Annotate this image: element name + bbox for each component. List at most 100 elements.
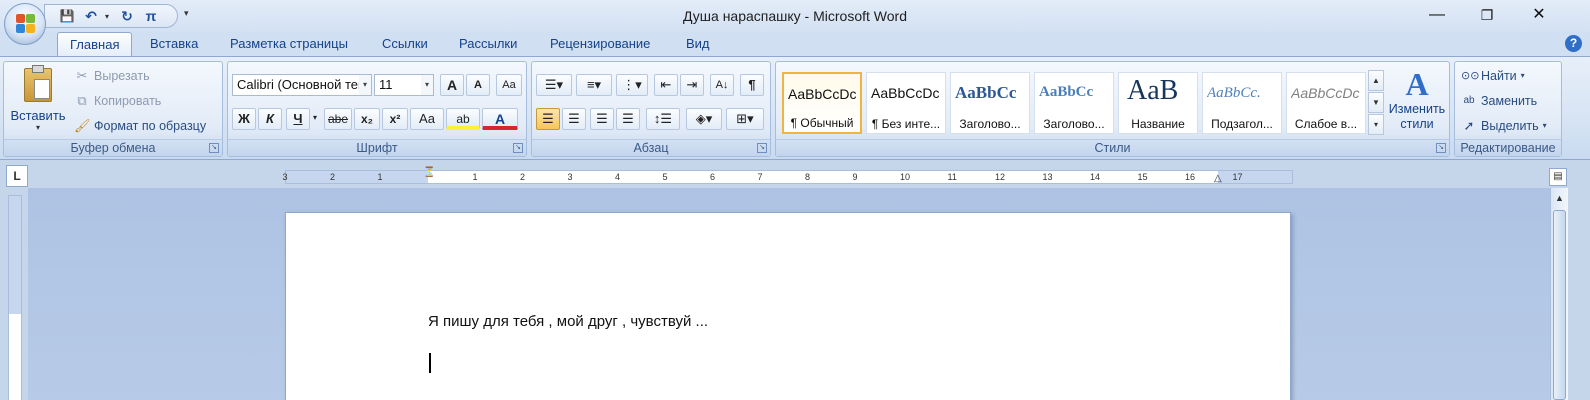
tab-mailings[interactable]: Рассылки: [459, 32, 517, 56]
shading-button[interactable]: ◈▾: [686, 108, 722, 130]
right-indent-marker-icon[interactable]: △: [1214, 173, 1222, 184]
paste-button[interactable]: Вставить ▾: [8, 65, 68, 138]
scrollbar-thumb[interactable]: [1553, 210, 1566, 400]
font-size-dropdown-icon[interactable]: ▾: [421, 75, 433, 95]
styles-launcher-icon[interactable]: ↘: [1436, 143, 1446, 153]
ruler-tick-label: 1: [377, 172, 383, 182]
gallery-up-icon[interactable]: ▲: [1368, 70, 1384, 91]
change-styles-button[interactable]: A Изменить стили: [1386, 66, 1448, 138]
ruler-tick-label: 5: [662, 172, 668, 182]
style-name: Заголово...: [1043, 117, 1105, 131]
style-sample: AaBbCcDc: [871, 85, 940, 101]
vertical-scrollbar[interactable]: ▲: [1550, 188, 1568, 400]
tab-review[interactable]: Рецензирование: [550, 32, 650, 56]
change-case-button[interactable]: Aa: [410, 108, 444, 130]
tab-insert[interactable]: Вставка: [150, 32, 198, 56]
tab-view[interactable]: Вид: [686, 32, 710, 56]
decrease-indent-button[interactable]: ⇤: [654, 74, 678, 96]
bullets-icon: ☰▾: [544, 77, 564, 92]
align-right-button[interactable]: ☰: [590, 108, 614, 130]
line-spacing-button[interactable]: ↕☰: [646, 108, 680, 130]
tab-home[interactable]: Главная: [57, 32, 133, 56]
find-label: Найти: [1481, 69, 1517, 83]
clear-formatting-button[interactable]: Aa: [496, 74, 522, 96]
font-color-button[interactable]: A: [482, 108, 518, 130]
view-ruler-toggle-icon[interactable]: ▤: [1549, 168, 1567, 186]
style-no-spacing[interactable]: AaBbCcDc ¶ Без инте...: [866, 72, 946, 134]
format-painter-button[interactable]: 🖌 Формат по образцу: [74, 116, 206, 136]
horizontal-ruler[interactable]: ⏳ △ 3 2 1 1 2 3 4 5 6 7 8 9 10 11 12 13 14 15 16 17: [283, 167, 1293, 184]
strikethrough-button[interactable]: abe: [324, 108, 352, 130]
close-button[interactable]: ✕: [1516, 4, 1562, 26]
tab-selector-button[interactable]: L: [6, 165, 28, 187]
borders-button[interactable]: ⊞▾: [726, 108, 764, 130]
gallery-more-icon[interactable]: ▾: [1368, 114, 1384, 135]
scroll-up-icon[interactable]: ▲: [1552, 190, 1567, 206]
select-dropdown-icon[interactable]: ▾: [1543, 116, 1547, 136]
bold-button[interactable]: Ж: [232, 108, 256, 130]
font-launcher-icon[interactable]: ↘: [513, 143, 523, 153]
style-title[interactable]: AaB Название: [1118, 72, 1198, 134]
font-size-combo[interactable]: 11 ▾: [374, 74, 434, 96]
align-center-button[interactable]: ☰: [562, 108, 586, 130]
clipboard-group-label: Буфер обмена: [4, 139, 222, 156]
numbering-button[interactable]: ≡▾: [576, 74, 612, 96]
tab-references[interactable]: Ссылки: [382, 32, 428, 56]
style-sample: AaBbCcDc: [788, 86, 857, 102]
window-title: Душа нараспашку - Microsoft Word: [683, 8, 907, 24]
font-name-combo[interactable]: Calibri (Основной текст) ▾: [232, 74, 372, 96]
style-heading-2[interactable]: AaBbCc Заголово...: [1034, 72, 1114, 134]
gallery-down-icon[interactable]: ▼: [1368, 92, 1384, 113]
paintbrush-icon: 🖌: [74, 118, 91, 133]
office-button[interactable]: [4, 3, 46, 45]
bullets-button[interactable]: ☰▾: [536, 74, 572, 96]
copy-label: Копировать: [94, 94, 162, 108]
paragraph-launcher-icon[interactable]: ↘: [757, 143, 767, 153]
font-name-dropdown-icon[interactable]: ▾: [359, 75, 371, 95]
find-dropdown-icon[interactable]: ▾: [1521, 66, 1525, 86]
ruler-tick-label: 17: [1232, 172, 1243, 182]
underline-dropdown-icon[interactable]: ▾: [310, 108, 320, 130]
cut-button[interactable]: ✂ Вырезать: [74, 66, 150, 86]
shrink-font-button[interactable]: A: [466, 74, 490, 96]
subscript-button[interactable]: x₂: [354, 108, 380, 130]
highlight-button[interactable]: ab: [446, 108, 480, 130]
vertical-ruler[interactable]: [8, 195, 22, 400]
underline-button[interactable]: Ч: [286, 108, 310, 130]
ruler-tick-label: 13: [1042, 172, 1053, 182]
find-button[interactable]: ⊙⊙ Найти ▾: [1461, 66, 1525, 86]
multilevel-list-button[interactable]: ⋮▾: [616, 74, 648, 96]
style-subtle-emphasis[interactable]: AaBbCcDc Слабое в...: [1286, 72, 1366, 134]
document-text-line[interactable]: Я пишу для тебя , мой друг , чувствуй ..…: [428, 313, 708, 330]
grow-font-button[interactable]: A: [440, 74, 464, 96]
ruler-tick-label: 10: [900, 172, 911, 182]
font-name-value: Calibri (Основной текст): [237, 77, 372, 92]
justify-button[interactable]: ☰: [616, 108, 640, 130]
document-page[interactable]: Я пишу для тебя , мой друг , чувствуй ..…: [285, 212, 1291, 400]
restore-button[interactable]: ❐: [1464, 4, 1510, 26]
tab-page-layout[interactable]: Разметка страницы: [230, 32, 348, 56]
copy-button[interactable]: ⧉ Копировать: [74, 91, 161, 111]
help-icon[interactable]: ?: [1565, 35, 1582, 52]
style-heading-1[interactable]: AaBbCc Заголово...: [950, 72, 1030, 134]
paste-dropdown-icon[interactable]: ▾: [8, 123, 68, 132]
sort-button[interactable]: A↓: [710, 74, 734, 96]
style-subtitle[interactable]: AaBbCc. Подзагол...: [1202, 72, 1282, 134]
align-left-button[interactable]: ☰: [536, 108, 560, 130]
replace-button[interactable]: ab Заменить: [1461, 91, 1537, 111]
minimize-button[interactable]: —: [1414, 4, 1460, 26]
office-logo-icon: [16, 14, 36, 34]
ruler-tick-label: 12: [995, 172, 1006, 182]
clipboard-launcher-icon[interactable]: ↘: [209, 143, 219, 153]
style-gallery-scroll: ▲ ▼ ▾: [1368, 70, 1384, 136]
italic-button[interactable]: К: [258, 108, 282, 130]
superscript-button[interactable]: x²: [382, 108, 408, 130]
increase-indent-button[interactable]: ⇥: [680, 74, 704, 96]
sort-icon: A↓: [715, 79, 729, 91]
decrease-indent-icon: ⇤: [660, 77, 672, 92]
editing-group: ⊙⊙ Найти ▾ ab Заменить ➚ Выделить ▾ Реда…: [1454, 61, 1562, 157]
select-button[interactable]: ➚ Выделить ▾: [1461, 116, 1547, 136]
show-marks-button[interactable]: ¶: [740, 74, 764, 96]
style-normal[interactable]: AaBbCcDc ¶ Обычный: [782, 72, 862, 134]
left-indent-marker-icon[interactable]: ⏳: [423, 167, 435, 178]
